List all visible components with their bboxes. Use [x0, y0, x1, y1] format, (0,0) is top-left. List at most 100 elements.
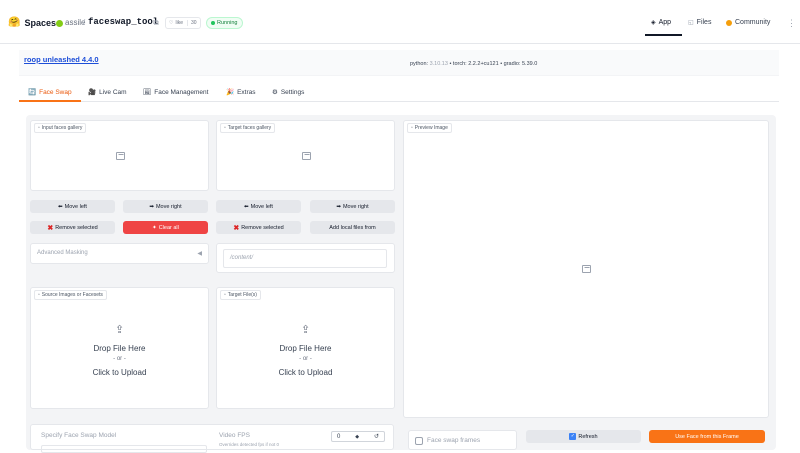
upload-icon: ⇪ — [301, 324, 311, 336]
drop-file-text: Drop File Here — [93, 344, 146, 353]
input-faces-gallery[interactable]: ▫ Input faces gallery — [30, 120, 209, 191]
input-move-right-button[interactable]: ➡ Move right — [123, 200, 208, 213]
arrow-right-icon: ➡ — [149, 203, 154, 210]
target-move-left-button[interactable]: ⬅ Move left — [216, 200, 301, 213]
copy-icon[interactable]: ⧉ — [153, 18, 159, 28]
preview-image[interactable]: ▫ Preview Image — [403, 120, 769, 418]
video-fps-stepper[interactable]: 0 ◆ ↺ — [331, 431, 385, 442]
input-faces-gallery-label: ▫ Input faces gallery — [34, 123, 87, 133]
app-header — [19, 50, 779, 76]
like-count: 30 — [187, 20, 197, 26]
target-files-label-text: Target File(s) — [227, 292, 257, 298]
face-swap-frames-checkbox[interactable] — [415, 437, 423, 445]
more-options-icon[interactable]: ⋮ — [787, 18, 796, 29]
heart-icon: ♡ — [169, 20, 174, 26]
tab-face-management[interactable]: 🖼 Face Management — [143, 88, 208, 97]
file-icon: ▫ — [224, 292, 226, 298]
source-images-label-text: Source Images or Facesets — [41, 292, 103, 298]
nav-community-label: Community — [735, 19, 771, 26]
face-swap-model-select[interactable] — [41, 445, 207, 453]
clear-all-button[interactable]: ✦ Clear all — [123, 221, 208, 234]
fps-value: 0 — [337, 433, 341, 440]
source-images-label: ▫ Source Images or Facesets — [34, 290, 107, 300]
local-path-panel: /content/ — [216, 243, 395, 273]
click-to-upload-text: Click to Upload — [278, 368, 333, 377]
add-local-files-button[interactable]: Add local files from — [310, 221, 395, 234]
nav-files[interactable]: ◱ Files — [688, 19, 711, 26]
repo-name[interactable]: faceswap_tool — [88, 17, 158, 27]
decrement-icon[interactable]: ◆ — [355, 434, 359, 440]
tab-live-cam-label: Live Cam — [99, 88, 127, 96]
face-swap-frames-toggle[interactable]: Face swap frames — [408, 430, 517, 450]
like-label: like — [175, 20, 183, 26]
party-icon: 🎉 — [226, 89, 235, 96]
remove-selected-label: Remove selected — [55, 224, 98, 231]
tab-extras-label: Extras — [237, 88, 256, 96]
picture-icon: 🖼 — [143, 89, 152, 96]
files-icon: ◱ — [688, 20, 694, 26]
move-left-label: Move left — [250, 203, 273, 210]
app-icon: ◈ — [651, 20, 656, 26]
input-remove-selected-button[interactable]: ✖ Remove selected — [30, 221, 115, 234]
version-info: python: 3.10.13 • torch: 2.2.2+cu121 • g… — [410, 61, 537, 67]
local-path-input[interactable]: /content/ — [223, 249, 387, 268]
target-move-right-button[interactable]: ➡ Move right — [310, 200, 395, 213]
app-title[interactable]: roop unleashed 4.4.0 — [24, 55, 99, 64]
advanced-masking-accordion[interactable]: Advanced Masking ◀ — [30, 243, 209, 264]
tab-settings[interactable]: ⚙ Settings — [272, 88, 305, 97]
advanced-masking-label: Advanced Masking — [37, 250, 88, 256]
gallery-icon: ▫ — [38, 125, 40, 131]
refresh-button[interactable]: ✓ Refresh — [526, 430, 641, 443]
arrow-left-icon: ⬅ — [58, 203, 63, 210]
like-button[interactable]: ♡ like 30 — [165, 17, 201, 29]
target-faces-gallery[interactable]: ▫ Target faces gallery — [216, 120, 395, 191]
tab-live-cam[interactable]: 🎥 Live Cam — [88, 88, 127, 97]
nav-app[interactable]: ◈ App — [651, 19, 671, 26]
spaces-brand[interactable]: 🤗 Spaces — [8, 17, 56, 28]
target-gallery-label-text: Target faces gallery — [227, 125, 272, 131]
gradio-label: • gradio: — [500, 61, 521, 67]
tab-face-swap-label: Face Swap — [39, 88, 72, 96]
move-left-label: Move left — [64, 203, 87, 210]
refresh-icon: ✓ — [569, 433, 577, 440]
clear-icon: ✦ — [152, 224, 157, 231]
input-gallery-label-text: Input faces gallery — [41, 125, 83, 131]
red-x-icon: ✖ — [47, 224, 54, 232]
camera-icon: 🎥 — [88, 89, 97, 96]
owner-avatar — [56, 20, 63, 27]
tab-face-swap[interactable]: 🔄 Face Swap — [28, 88, 72, 97]
torch-version: 2.2.2+cu121 — [468, 61, 499, 67]
status-badge: Running — [206, 17, 243, 29]
image-placeholder-icon — [116, 152, 125, 160]
hugging-face-logo-icon: 🤗 — [8, 17, 21, 28]
reset-icon[interactable]: ↺ — [374, 433, 379, 440]
community-icon — [726, 19, 732, 26]
tab-settings-label: Settings — [280, 88, 305, 96]
move-right-label: Move right — [342, 203, 369, 210]
face-swap-frames-label: Face swap frames — [427, 437, 481, 444]
add-local-files-label: Add local files from — [329, 224, 376, 231]
nav-app-label: App — [658, 19, 672, 26]
gear-icon: ⚙ — [272, 89, 278, 96]
arrow-right-icon: ➡ — [336, 203, 341, 210]
use-face-from-frame-button[interactable]: Use Face from this Frame — [649, 430, 765, 443]
nav-community[interactable]: Community — [726, 19, 770, 26]
clear-all-label: Clear all — [158, 224, 179, 231]
target-files-upload[interactable]: ▫ Target File(s) ⇪ Drop File Here - or -… — [216, 287, 395, 409]
nav-active-indicator — [645, 34, 682, 36]
brand-label: Spaces — [24, 17, 56, 28]
tab-bar — [19, 84, 779, 102]
target-files-label: ▫ Target File(s) — [220, 290, 261, 300]
status-dot-icon — [211, 21, 215, 25]
image-icon: ▫ — [411, 125, 413, 131]
remove-selected-label: Remove selected — [241, 224, 284, 231]
click-to-upload-text: Click to Upload — [92, 368, 147, 377]
tab-extras[interactable]: 🎉 Extras — [226, 88, 256, 97]
video-fps-hint: Overrides detected fps if not 0 — [219, 442, 280, 447]
input-move-left-button[interactable]: ⬅ Move left — [30, 200, 115, 213]
drop-file-text: Drop File Here — [279, 344, 332, 353]
source-images-upload[interactable]: ▫ Source Images or Facesets ⇪ Drop File … — [30, 287, 209, 409]
target-remove-selected-button[interactable]: ✖ Remove selected — [216, 221, 301, 234]
torch-label: • torch: — [449, 61, 467, 67]
status-label: Running — [217, 20, 238, 26]
